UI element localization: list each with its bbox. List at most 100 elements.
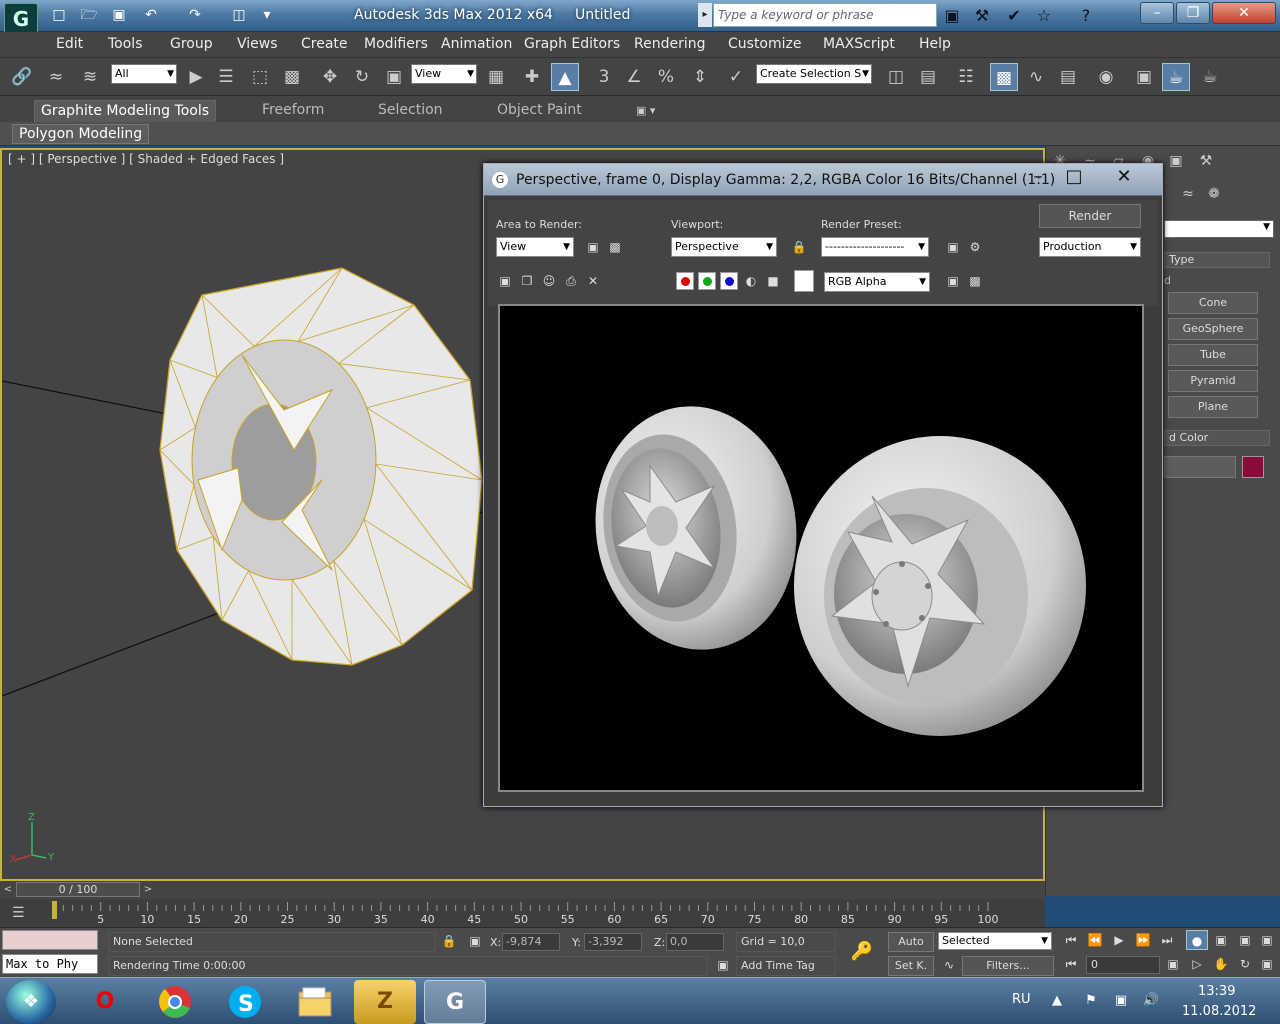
binoculars-icon[interactable]: ▣ xyxy=(940,5,964,27)
search-expand-icon[interactable]: ▸ xyxy=(698,3,712,27)
menu-create[interactable]: Create xyxy=(301,36,348,52)
tab-selection[interactable]: Selection xyxy=(372,100,449,122)
select-manipulate-icon[interactable]: ✚ xyxy=(518,63,546,91)
copy-image-icon[interactable]: ❐ xyxy=(518,272,536,290)
network-icon[interactable]: ▣ xyxy=(1112,992,1130,1010)
curve-editor-icon[interactable]: ∿ xyxy=(1022,63,1050,91)
blue-channel-toggle[interactable] xyxy=(720,272,738,290)
render-button[interactable]: Render xyxy=(1039,204,1141,228)
current-frame-marker[interactable] xyxy=(52,901,57,919)
search-input[interactable] xyxy=(713,3,937,27)
next-frame-icon[interactable]: ⏩ xyxy=(1132,930,1154,950)
display-tab-icon[interactable]: ▣ xyxy=(1164,150,1188,172)
key-filter-dropdown[interactable]: Selected ▼ xyxy=(938,932,1052,950)
toggle-ui-icon[interactable]: ▩ xyxy=(966,272,984,290)
open-mini-curve-editor-icon[interactable]: ☰ xyxy=(12,905,25,921)
explorer-taskbar-icon[interactable] xyxy=(284,980,346,1024)
subscription-center-icon[interactable]: ⚒ xyxy=(970,5,994,27)
action-center-flag-icon[interactable]: ⚑ xyxy=(1082,992,1100,1010)
opera-taskbar-icon[interactable]: O xyxy=(74,980,136,1024)
z-coord-field[interactable]: 0,0 xyxy=(666,933,724,951)
name-and-color-rollout[interactable]: d Color xyxy=(1164,430,1270,446)
menu-customize[interactable]: Customize xyxy=(728,36,802,52)
menu-animation[interactable]: Animation xyxy=(441,36,512,52)
menu-help[interactable]: Help xyxy=(919,36,951,52)
channel-display-dropdown[interactable]: RGB Alpha ▼ xyxy=(824,272,930,292)
menu-maxscript[interactable]: MAXScript xyxy=(823,36,895,52)
tab-freeform[interactable]: Freeform xyxy=(256,100,330,122)
tube-button[interactable]: Tube xyxy=(1168,344,1258,366)
menu-rendering[interactable]: Rendering xyxy=(634,36,706,52)
save-icon[interactable]: ▣ xyxy=(108,6,130,24)
orbit-icon[interactable]: ↻ xyxy=(1234,954,1256,974)
key-filters-button[interactable]: Filters... xyxy=(962,956,1054,976)
time-tag-icon[interactable]: ▣ xyxy=(714,956,732,974)
render-setup-icon[interactable]: ▣ xyxy=(944,238,962,256)
clock-time[interactable]: 13:39 xyxy=(1198,984,1235,999)
angle-snap-icon[interactable]: ∠ xyxy=(620,63,648,91)
render-setup-icon[interactable]: ▣ xyxy=(1130,63,1158,91)
x-coord-field[interactable]: -9,874 xyxy=(502,933,560,951)
select-and-move-icon[interactable]: ✥ xyxy=(316,63,344,91)
absolute-mode-icon[interactable]: ▣ xyxy=(466,932,484,950)
select-and-link-icon[interactable]: 🔗 xyxy=(8,63,36,91)
chrome-taskbar-icon[interactable] xyxy=(144,980,206,1024)
previous-frame-icon[interactable]: ⏪ xyxy=(1084,930,1106,950)
favorites-star-icon[interactable]: ☆ xyxy=(1032,5,1056,27)
cone-button[interactable]: Cone xyxy=(1168,292,1258,314)
polygon-modeling-panel[interactable]: Polygon Modeling xyxy=(12,124,150,144)
zoom-extents-icon[interactable]: ▣ xyxy=(1234,930,1256,950)
app-logo-button[interactable]: G xyxy=(4,3,38,35)
object-category-dropdown[interactable]: ▼ xyxy=(1164,220,1274,238)
time-slider-thumb[interactable]: 0 / 100 xyxy=(16,882,140,897)
go-to-end-icon[interactable]: ⏭ xyxy=(1156,930,1178,950)
project-folder-icon[interactable]: ◫ xyxy=(228,6,250,24)
quick-access-dropdown-icon[interactable]: ▾ xyxy=(256,6,278,24)
lock-viewport-icon[interactable]: 🔒 xyxy=(790,238,808,256)
snaps-toggle-icon[interactable]: 3 xyxy=(590,63,618,91)
start-button[interactable]: ❖ xyxy=(6,980,56,1024)
percent-snap-icon[interactable]: % xyxy=(652,63,680,91)
open-folder-icon[interactable]: 🗁 xyxy=(78,6,100,24)
time-config-icon[interactable]: ▣ xyxy=(1162,954,1184,974)
trackbar[interactable]: 5 10 15 20 25 30 35 40 45 50 55 60 65 70 75 80 85 90 95 100… xyxy=(0,899,1045,927)
pyramid-button[interactable]: Pyramid xyxy=(1168,370,1258,392)
time-slider-next-icon[interactable]: > xyxy=(140,881,156,898)
render-window-titlebar[interactable]: G Perspective, frame 0, Display Gamma: 2… xyxy=(484,164,1162,196)
maximize-viewport-icon[interactable]: ▣ xyxy=(1256,954,1278,974)
keyboard-shortcut-override-icon[interactable]: ▲ xyxy=(551,63,579,91)
clone-window-icon[interactable]: ☺ xyxy=(540,272,558,290)
skype-taskbar-icon[interactable]: S xyxy=(214,980,276,1024)
redo-icon[interactable]: ↷ xyxy=(184,6,206,24)
clear-image-icon[interactable]: ✕ xyxy=(584,272,602,290)
pivot-center-icon[interactable]: ▦ xyxy=(482,63,510,91)
named-selection-dropdown[interactable]: Create Selection S ▼ xyxy=(756,64,872,84)
select-by-name-icon[interactable]: ☰ xyxy=(212,63,240,91)
selected-wheel-mesh[interactable] xyxy=(159,267,483,666)
clock-date[interactable]: 11.08.2012 xyxy=(1182,1004,1256,1019)
key-mode-icon[interactable]: ∿ xyxy=(940,956,958,974)
show-hidden-icons-icon[interactable]: ▲ xyxy=(1048,992,1066,1010)
viewport-dropdown[interactable]: Perspective ▼ xyxy=(671,237,777,257)
object-name-field[interactable] xyxy=(1164,456,1236,478)
set-key-icon[interactable]: 🔑 xyxy=(848,938,876,966)
render-production-icon[interactable]: ☕ xyxy=(1196,63,1224,91)
production-dropdown[interactable]: Production ▼ xyxy=(1039,237,1141,257)
window-crossing-icon[interactable]: ▩ xyxy=(278,63,306,91)
object-type-rollout[interactable]: Type xyxy=(1164,252,1270,268)
utilities-tab-icon[interactable]: ⚒ xyxy=(1194,150,1218,172)
unlink-icon[interactable]: ≈ xyxy=(42,63,70,91)
edit-named-selection-icon[interactable]: ✓ xyxy=(722,63,750,91)
clear-color-swatch[interactable] xyxy=(794,270,814,292)
set-key-button[interactable]: Set K. xyxy=(888,956,934,976)
menu-graph-editors[interactable]: Graph Editors xyxy=(524,36,620,52)
go-to-start-icon[interactable]: ⏮ xyxy=(1060,930,1082,950)
systems-icon[interactable]: ❁ xyxy=(1204,186,1224,206)
object-color-swatch[interactable] xyxy=(1242,456,1264,478)
graphite-toggle-icon[interactable]: ▩ xyxy=(990,63,1018,91)
new-file-icon[interactable]: □ xyxy=(48,6,70,24)
render-preset-dropdown[interactable]: -------------------- ▼ xyxy=(821,237,929,257)
zoom-all-icon[interactable]: ▣ xyxy=(1210,930,1232,950)
selection-lock-icon[interactable]: 🔒 xyxy=(440,932,458,950)
zoom-extents-all-icon[interactable]: ▣ xyxy=(1256,930,1278,950)
